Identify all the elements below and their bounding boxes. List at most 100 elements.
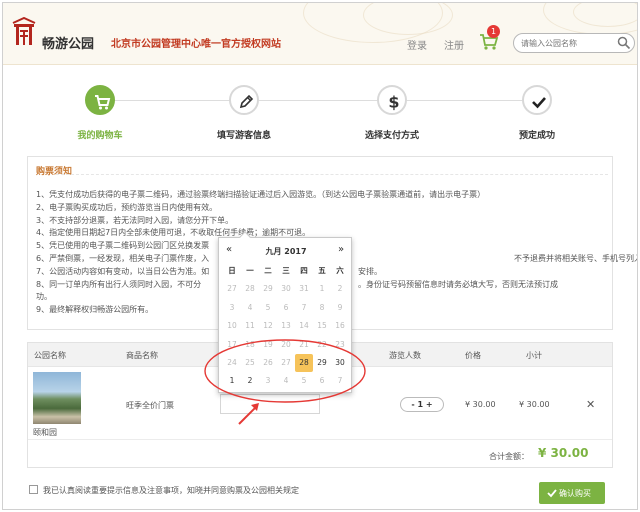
calendar-month-title[interactable]: 九月 2017	[219, 246, 353, 257]
check-icon	[532, 97, 546, 109]
login-link[interactable]: 登录	[407, 37, 427, 52]
notice-item-text: 8、同一订单内所有出行人须同时入园，不可分	[36, 279, 202, 289]
total-amount: ¥ 30.00	[538, 446, 589, 460]
step-payment: $	[377, 85, 407, 115]
dollar-icon: $	[388, 93, 399, 112]
calendar-day: 28	[245, 284, 255, 294]
total-label: 合计金额：	[489, 452, 529, 461]
step-label-success: 预定成功	[518, 131, 555, 141]
column-header: 价格	[465, 351, 481, 360]
notice-item: 2、电子票购买成功后，预约游览当日内使用有效。	[36, 202, 218, 212]
step-label-visitor-info: 填写游客信息	[216, 131, 271, 141]
total-divider	[28, 439, 612, 440]
column-header: 公园名称	[34, 351, 66, 360]
step-cart	[85, 85, 115, 115]
calendar-day: 3	[229, 302, 235, 312]
check-icon	[547, 489, 557, 498]
notice-item-text: 6、严禁倒票，一经发现，相关电子门票作废，入	[36, 253, 210, 263]
ticket-name: 旺季全价门票	[126, 401, 174, 410]
calendar-day[interactable]: 1	[223, 372, 241, 390]
calendar-day: 15	[317, 321, 327, 331]
page-frame: 畅游公园 北京市公园管理中心唯一官方授权网站 登录 注册 1 我的购物车 填写游…	[2, 2, 638, 510]
calendar-day: 22	[317, 339, 327, 349]
calendar-day: 12	[263, 321, 273, 331]
calendar-day: 5	[265, 302, 271, 312]
weekday-header: 五	[318, 266, 326, 275]
date-picker-popup: « 九月 2017 » 日一二三四五六 27 28 29 30 31 1 2 3 4 5 6 7 8 9 10…	[218, 231, 353, 393]
weekday-header: 三	[282, 266, 290, 275]
calendar-day[interactable]: 29	[313, 354, 331, 372]
calendar-day: 14	[299, 321, 309, 331]
notice-item: 3、不支持部分退票，若无法同时入园，请您分开下单。	[36, 215, 234, 225]
calendar-day: 7	[301, 302, 307, 312]
step-label-payment: 选择支付方式	[364, 131, 419, 141]
remove-item-button[interactable]: ✕	[586, 398, 595, 411]
cart-count-badge: 1	[487, 25, 500, 38]
site-slogan: 北京市公园管理中心唯一官方授权网站	[111, 39, 281, 50]
calendar-day[interactable]: 2	[241, 372, 259, 390]
calendar-day: 27	[281, 357, 291, 367]
calendar-day: 4	[283, 376, 289, 386]
weekday-header: 四	[300, 266, 308, 275]
next-month-button[interactable]: »	[338, 244, 344, 255]
register-link[interactable]: 注册	[444, 37, 464, 52]
park-logo-icon[interactable]	[11, 17, 37, 47]
notice-item: 1、凭支付成功后获得的电子票二维码，通过验票终端扫描验证通过后入园游览。（到达公…	[36, 190, 486, 199]
notice-item-tail: 。身份证号码预留信息时请务必填大写，否则无法预订成	[358, 279, 558, 289]
park-name: 颐和园	[33, 428, 57, 437]
weekday-header: 二	[264, 266, 272, 275]
notice-divider	[56, 174, 608, 175]
site-header: 畅游公园 北京市公园管理中心唯一官方授权网站 登录 注册 1	[3, 3, 637, 65]
weekday-header: 日	[228, 266, 236, 275]
step-visitor-info	[229, 85, 259, 115]
park-thumbnail[interactable]	[33, 372, 81, 424]
calendar-day: 21	[299, 339, 309, 349]
calendar-day: 7	[337, 376, 343, 386]
column-header: 小计	[526, 351, 542, 360]
calendar-day: 18	[245, 339, 255, 349]
cart-icon	[95, 95, 111, 110]
search-icon[interactable]	[617, 36, 631, 50]
notice-item-text: 7、公园活动内容如有变动，以当日公告为准。如	[36, 266, 210, 276]
calendar-day: 29	[263, 284, 273, 294]
calendar-day[interactable]: 30	[331, 354, 349, 372]
notice-item-tail: 安排。	[358, 266, 382, 276]
calendar-day: 16	[335, 321, 345, 331]
calendar-day: 23	[335, 339, 345, 349]
notice-title: 购票须知	[36, 167, 73, 177]
calendar-day: 13	[281, 321, 291, 331]
ticket-price: ¥ 30.00	[465, 400, 496, 409]
calendar-day: 6	[283, 302, 289, 312]
agree-label: 我已认真阅读重要提示信息及注意事项，知晓并同意购票及公园相关规定	[43, 486, 299, 495]
calendar-day[interactable]: 28	[295, 353, 313, 373]
notice-item-tail: 不予退费并将相关账号、手机号列入黑名单。	[514, 253, 637, 263]
steps-progress-line	[101, 100, 539, 101]
calendar-day: 19	[263, 339, 273, 349]
pencil-icon	[239, 94, 254, 109]
calendar-day: 1	[319, 284, 325, 294]
calendar-day: 27	[227, 284, 237, 294]
calendar-day: 2	[337, 284, 343, 294]
calendar-grid: 日一二三四五六 27 28 29 30 31 1 2 3 4 5 6 7 8 9 10 11 12 13 14 15 16…	[223, 262, 349, 391]
site-logo-text[interactable]: 畅游公园	[42, 33, 94, 52]
calendar-day: 26	[263, 357, 273, 367]
visit-date-input[interactable]	[220, 394, 320, 414]
weekday-header: 一	[246, 266, 254, 275]
quantity-stepper[interactable]: - 1 +	[400, 397, 444, 412]
step-label-cart: 我的购物车	[77, 131, 123, 141]
calendar-day: 24	[227, 357, 237, 367]
column-header: 游览人数	[389, 351, 421, 360]
calendar-day: 6	[319, 376, 325, 386]
column-header: 商品名称	[126, 351, 158, 360]
calendar-day: 10	[227, 321, 237, 331]
agree-checkbox[interactable]	[29, 485, 38, 494]
calendar-day: 4	[247, 302, 253, 312]
calendar-day: 20	[281, 339, 291, 349]
calendar-day: 31	[299, 284, 309, 294]
calendar-day: 8	[319, 302, 325, 312]
calendar-day: 3	[265, 376, 271, 386]
weekday-header: 六	[336, 266, 344, 275]
row-subtotal: ¥ 30.00	[519, 400, 550, 409]
calendar-day: 17	[227, 339, 237, 349]
calendar-day: 25	[245, 357, 255, 367]
